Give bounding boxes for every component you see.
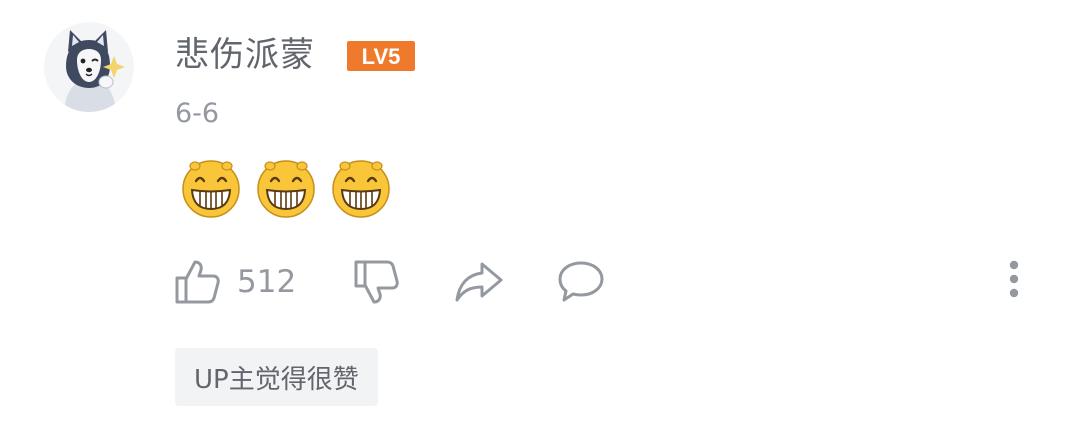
share-arrow-icon — [455, 262, 503, 302]
reply-button[interactable] — [556, 256, 606, 308]
level-label: LV5 — [362, 44, 401, 69]
more-options-button[interactable] — [996, 254, 1032, 310]
more-vertical-icon — [1009, 260, 1019, 298]
thumbs-up-icon — [175, 260, 220, 304]
thumbs-down-icon — [354, 260, 399, 304]
grin-emoji-icon — [332, 160, 390, 218]
level-badge-icon: LV5 — [347, 41, 415, 71]
like-count: 512 — [237, 264, 297, 300]
avatar[interactable] — [44, 22, 134, 112]
username[interactable]: 悲伤派蒙 — [175, 32, 315, 78]
comment-date: 6-6 — [175, 98, 220, 129]
grin-emoji-icon — [257, 160, 315, 218]
comment-content — [180, 157, 392, 219]
speech-bubble-icon — [558, 261, 604, 302]
like-button[interactable]: 512 — [173, 256, 296, 308]
up-liked-tag: UP主觉得很赞 — [175, 348, 378, 406]
share-button[interactable] — [454, 256, 504, 308]
grin-emoji-icon — [182, 160, 240, 218]
dislike-button[interactable] — [352, 256, 400, 308]
husky-avatar-image — [44, 22, 134, 112]
level-5-icon: LV5 — [347, 41, 415, 71]
